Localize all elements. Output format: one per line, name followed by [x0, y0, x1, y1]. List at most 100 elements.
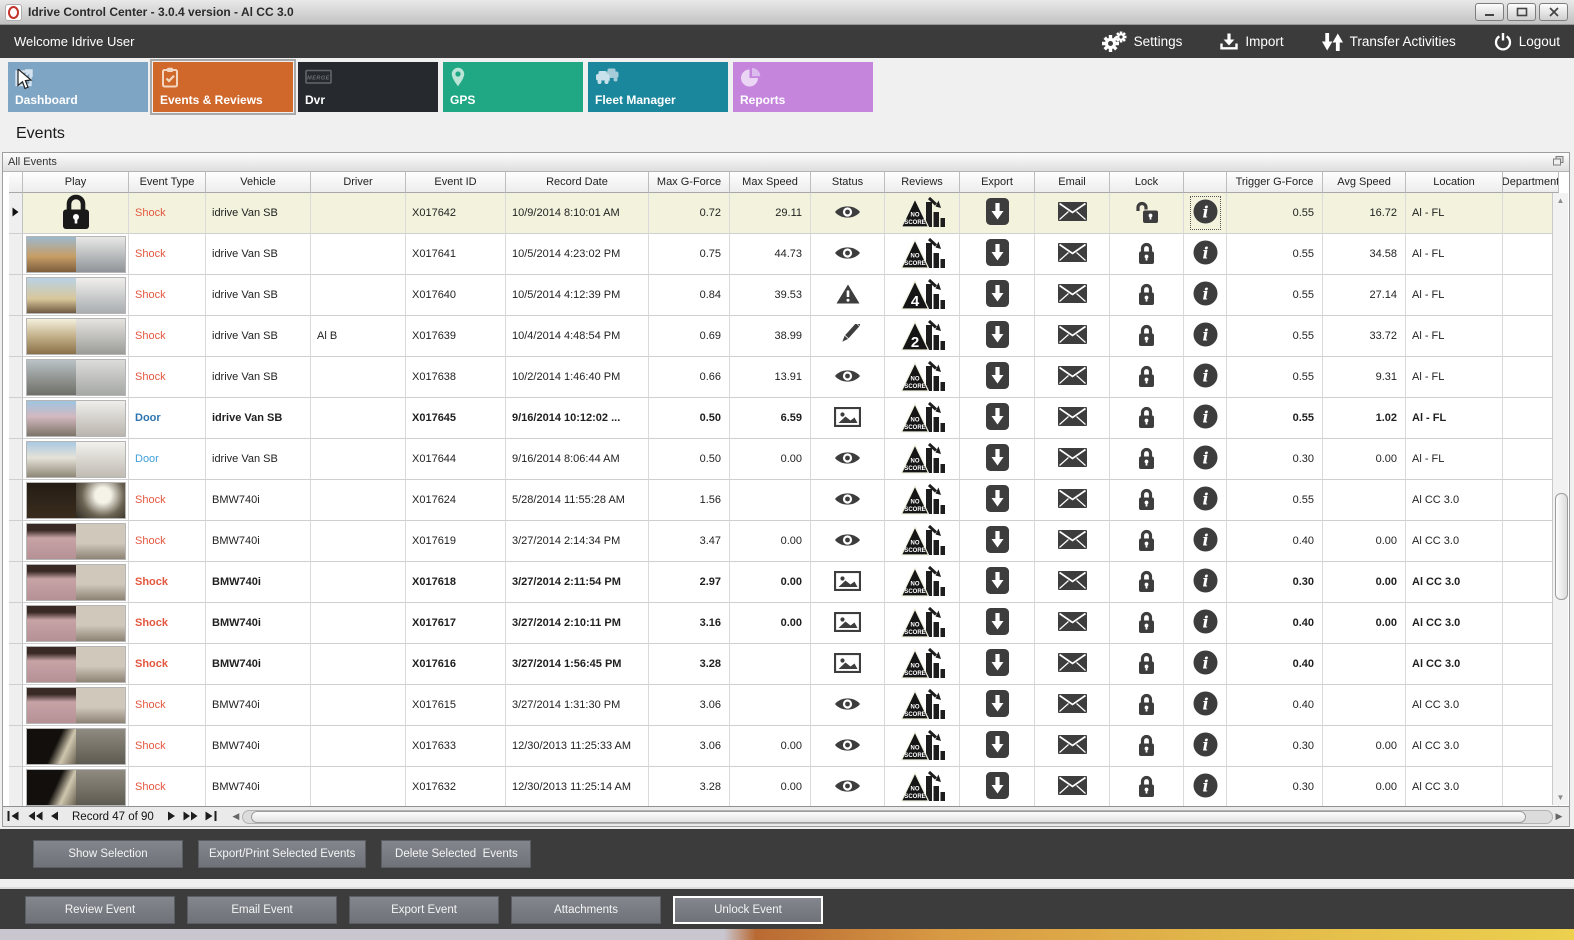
cell-play[interactable] — [23, 603, 129, 644]
cell-info[interactable]: i — [1184, 685, 1227, 726]
scroll-down-icon[interactable]: ▼ — [1557, 790, 1565, 805]
cell-review[interactable]: 4 — [885, 275, 960, 316]
email-event-button[interactable]: Email Event — [187, 896, 337, 924]
table-row[interactable]: Shock idrive Van SB X017638 10/2/2014 1:46:… — [9, 357, 1559, 398]
cell-info[interactable]: i — [1184, 234, 1227, 275]
column-header-max_g[interactable]: Max G-Force — [649, 172, 730, 193]
attachments-button[interactable]: Attachments — [511, 896, 661, 924]
cell-export[interactable] — [960, 480, 1035, 521]
cell-play[interactable] — [23, 439, 129, 480]
cell-review[interactable]: NO SCORE — [885, 767, 960, 808]
horizontal-scroll-thumb[interactable] — [250, 810, 1526, 823]
cell-play[interactable] — [23, 398, 129, 439]
horizontal-scroll-track[interactable] — [241, 809, 1553, 824]
cell-info[interactable]: i — [1184, 726, 1227, 767]
table-row[interactable]: Shock idrive Van SB X017640 10/5/2014 4:12:… — [9, 275, 1559, 316]
cell-lock[interactable] — [1110, 439, 1184, 480]
cell-email[interactable] — [1035, 275, 1110, 316]
previous-record-button[interactable] — [50, 810, 59, 824]
column-header-export[interactable]: Export — [960, 172, 1035, 193]
column-header-event_id[interactable]: Event ID — [406, 172, 506, 193]
cell-info[interactable]: i — [1184, 480, 1227, 521]
event-video-thumbnail[interactable] — [25, 481, 126, 519]
table-row[interactable]: Shock BMW740i X017618 3/27/2014 2:11:54 PM 2… — [9, 562, 1559, 603]
event-video-thumbnail[interactable] — [25, 686, 126, 724]
event-video-thumbnail[interactable] — [25, 727, 126, 765]
event-video-thumbnail[interactable] — [25, 276, 126, 314]
table-row[interactable]: Shock idrive Van SB Al B X017639 10/4/2014 4… — [9, 316, 1559, 357]
column-header-status[interactable]: Status — [811, 172, 885, 193]
cell-export[interactable] — [960, 316, 1035, 357]
cell-lock[interactable] — [1110, 193, 1184, 234]
cell-lock[interactable] — [1110, 275, 1184, 316]
cell-review[interactable]: NO SCORE — [885, 193, 960, 234]
tab-gps[interactable]: GPS — [443, 62, 583, 112]
event-video-thumbnail[interactable] — [25, 235, 126, 273]
cell-info[interactable]: i — [1184, 767, 1227, 808]
table-row[interactable]: Shock BMW740i X017632 12/30/2013 11:25:14 A… — [9, 767, 1559, 808]
import-button[interactable]: Import — [1220, 33, 1284, 50]
review-event-button[interactable]: Review Event — [25, 896, 175, 924]
cell-export[interactable] — [960, 398, 1035, 439]
cell-export[interactable] — [960, 193, 1035, 234]
cell-email[interactable] — [1035, 480, 1110, 521]
column-header-email[interactable]: Email — [1035, 172, 1110, 193]
table-row[interactable]: Shock BMW740i X017619 3/27/2014 2:14:34 PM 3… — [9, 521, 1559, 562]
cell-lock[interactable] — [1110, 562, 1184, 603]
cell-review[interactable]: NO SCORE — [885, 685, 960, 726]
vertical-scrollbar[interactable]: ▲ ▼ — [1552, 193, 1568, 805]
cell-review[interactable]: NO SCORE — [885, 234, 960, 275]
cell-info[interactable]: i — [1184, 521, 1227, 562]
cell-lock[interactable] — [1110, 603, 1184, 644]
cell-export[interactable] — [960, 521, 1035, 562]
cell-info[interactable]: i — [1184, 357, 1227, 398]
cell-info[interactable]: i — [1184, 644, 1227, 685]
cell-play[interactable] — [23, 357, 129, 398]
vertical-scroll-thumb[interactable] — [1555, 493, 1568, 600]
cell-export[interactable] — [960, 562, 1035, 603]
cell-email[interactable] — [1035, 726, 1110, 767]
cell-info[interactable]: i — [1184, 275, 1227, 316]
cell-review[interactable]: NO SCORE — [885, 439, 960, 480]
tab-dashboard[interactable]: Dashboard — [8, 62, 148, 112]
cell-play[interactable] — [23, 521, 129, 562]
cell-review[interactable]: NO SCORE — [885, 726, 960, 767]
cell-lock[interactable] — [1110, 726, 1184, 767]
cell-info[interactable]: i — [1184, 603, 1227, 644]
cell-lock[interactable] — [1110, 398, 1184, 439]
column-header-event_type[interactable]: Event Type — [129, 172, 206, 193]
logout-button[interactable]: Logout — [1494, 32, 1560, 51]
cell-email[interactable] — [1035, 685, 1110, 726]
show-selection-button[interactable]: Show Selection — [33, 840, 183, 868]
column-header-lock[interactable]: Lock — [1110, 172, 1184, 193]
event-video-thumbnail[interactable] — [25, 604, 126, 642]
event-video-thumbnail[interactable] — [25, 358, 126, 396]
cell-play[interactable] — [23, 726, 129, 767]
table-row[interactable]: Door idrive Van SB X017644 9/16/2014 8:06:4… — [9, 439, 1559, 480]
cell-email[interactable] — [1035, 767, 1110, 808]
cell-review[interactable]: NO SCORE — [885, 562, 960, 603]
cell-export[interactable] — [960, 685, 1035, 726]
horizontal-scrollbar[interactable]: ◀ ▶ — [230, 809, 1565, 824]
tab-dvr[interactable]: MERGE Dvr — [298, 62, 438, 112]
table-row[interactable]: Shock BMW740i X017617 3/27/2014 2:10:11 PM 3… — [9, 603, 1559, 644]
cell-info[interactable]: i — [1184, 562, 1227, 603]
column-header-driver[interactable]: Driver — [311, 172, 406, 193]
cell-email[interactable] — [1035, 562, 1110, 603]
cell-email[interactable] — [1035, 439, 1110, 480]
cell-info[interactable]: i — [1184, 398, 1227, 439]
cell-email[interactable] — [1035, 193, 1110, 234]
cell-review[interactable]: NO SCORE — [885, 521, 960, 562]
cell-export[interactable] — [960, 439, 1035, 480]
column-header-trigger_g[interactable]: Trigger G-Force — [1227, 172, 1323, 193]
cell-play[interactable] — [23, 275, 129, 316]
unlock-event-button[interactable]: Unlock Event — [673, 896, 823, 924]
tab-reports[interactable]: Reports — [733, 62, 873, 112]
last-record-button[interactable] — [205, 810, 219, 824]
cell-review[interactable]: NO SCORE — [885, 480, 960, 521]
cell-play[interactable] — [23, 644, 129, 685]
cell-email[interactable] — [1035, 357, 1110, 398]
table-row[interactable]: Shock BMW740i X017615 3/27/2014 1:31:30 PM 3… — [9, 685, 1559, 726]
event-video-thumbnail[interactable] — [25, 645, 126, 683]
cell-export[interactable] — [960, 603, 1035, 644]
